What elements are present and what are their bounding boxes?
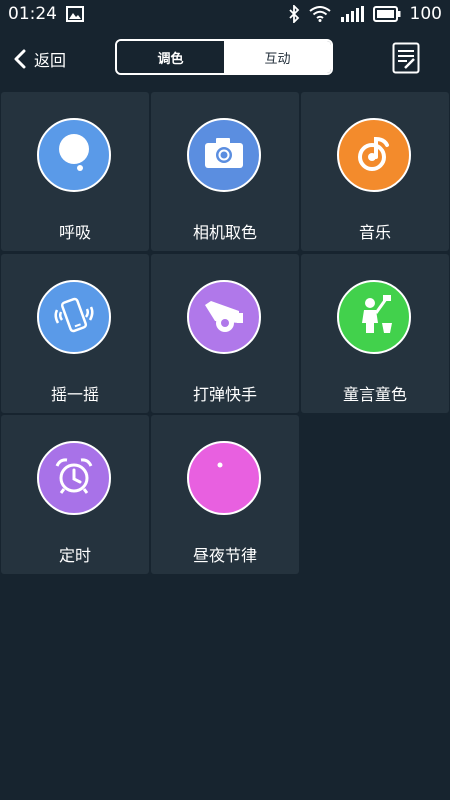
back-button[interactable]: 返回 — [14, 44, 66, 74]
battery-level: 100 — [409, 4, 442, 24]
top-bar: 返回 调色 互动 — [0, 28, 450, 90]
mode-segmented-control: 调色 互动 — [115, 39, 333, 75]
mode-music[interactable]: 音乐 — [301, 92, 449, 251]
music-note-icon — [354, 133, 394, 177]
mode-label: 定时 — [58, 546, 91, 565]
cannon-icon-circle — [187, 280, 261, 354]
note-button[interactable] — [392, 42, 420, 74]
mode-kids-color[interactable]: 童言童色 — [301, 254, 449, 413]
signal-icon — [340, 6, 364, 22]
mode-timer[interactable]: 定时 — [1, 415, 149, 574]
tab-interact[interactable]: 互动 — [224, 41, 331, 73]
circadian-icon-circle — [187, 441, 261, 515]
mode-label: 呼吸 — [58, 223, 91, 242]
mode-camera-color[interactable]: 相机取色 — [151, 92, 299, 251]
mode-label: 音乐 — [358, 223, 391, 242]
painter-icon — [352, 293, 396, 341]
kids-icon-circle — [337, 280, 411, 354]
alarm-clock-icon — [53, 455, 95, 501]
screen: 01:24 100 返回 调色 互动 呼吸 相机取色 音乐 摇一摇 打弹快手 童… — [0, 0, 450, 800]
music-icon-circle — [337, 118, 411, 192]
mode-label: 打弹快手 — [192, 385, 257, 404]
mode-label: 昼夜节律 — [192, 546, 257, 565]
mode-circadian[interactable]: 昼夜节律 — [151, 415, 299, 574]
camera-icon — [203, 136, 245, 174]
phone-shake-icon — [51, 292, 97, 342]
camera-icon-circle — [187, 118, 261, 192]
status-left: 01:24 — [8, 4, 84, 24]
tab-color-label: 调色 — [157, 51, 184, 67]
mode-label: 相机取色 — [192, 223, 257, 242]
status-right: 100 — [288, 4, 442, 24]
tab-interact-label: 互动 — [264, 51, 291, 67]
mode-cannon[interactable]: 打弹快手 — [151, 254, 299, 413]
mode-breathe[interactable]: 呼吸 — [1, 92, 149, 251]
shake-icon-circle — [37, 280, 111, 354]
note-edit-icon — [392, 42, 420, 78]
image-icon — [66, 6, 84, 22]
chevron-left-icon — [14, 49, 26, 69]
mode-shake[interactable]: 摇一摇 — [1, 254, 149, 413]
timer-icon-circle — [37, 441, 111, 515]
back-label: 返回 — [34, 51, 67, 70]
tab-color[interactable]: 调色 — [117, 41, 224, 73]
bluetooth-icon — [288, 5, 300, 23]
wifi-icon — [308, 6, 331, 22]
status-bar: 01:24 100 — [0, 0, 450, 28]
clock: 01:24 — [8, 4, 57, 24]
breathe-icon-circle — [37, 118, 111, 192]
battery-icon — [372, 6, 401, 22]
mode-label: 摇一摇 — [50, 385, 99, 404]
mode-label: 童言童色 — [342, 385, 407, 404]
speech-bubble-icon — [54, 131, 94, 179]
cannon-icon — [201, 295, 247, 339]
moon-icon — [203, 455, 245, 501]
